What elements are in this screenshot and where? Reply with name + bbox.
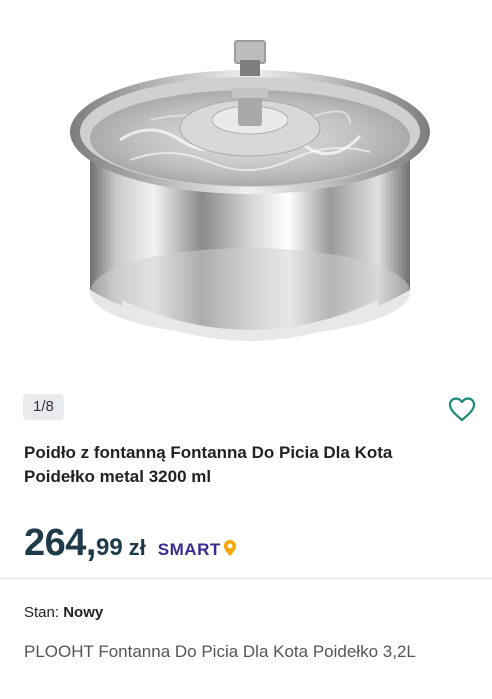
condition-value: Nowy xyxy=(63,604,104,621)
gallery-counter: 1/8 xyxy=(23,394,64,420)
product-image[interactable] xyxy=(0,0,492,378)
heart-outline-icon xyxy=(448,397,476,422)
smart-badge[interactable]: SMART xyxy=(158,539,237,562)
price: 264, 99 zł SMART xyxy=(24,522,237,566)
product-title: Poidło z fontanną Fontanna Do Picia Dla … xyxy=(24,443,393,486)
smart-pin-icon xyxy=(223,539,237,562)
favorite-button[interactable] xyxy=(448,396,476,422)
fountain-bowl-image xyxy=(0,0,492,378)
price-currency: zł xyxy=(128,535,146,560)
product-description: PLOOHT Fontanna Do Picia Dla Kota Poideł… xyxy=(24,642,416,661)
section-divider xyxy=(0,578,492,579)
price-decimal: 99 xyxy=(95,534,123,561)
price-integer: 264, xyxy=(24,522,96,564)
condition-label: Stan: xyxy=(24,604,60,621)
condition: Stan: Nowy xyxy=(24,604,103,621)
smart-label: SMART xyxy=(157,540,221,559)
